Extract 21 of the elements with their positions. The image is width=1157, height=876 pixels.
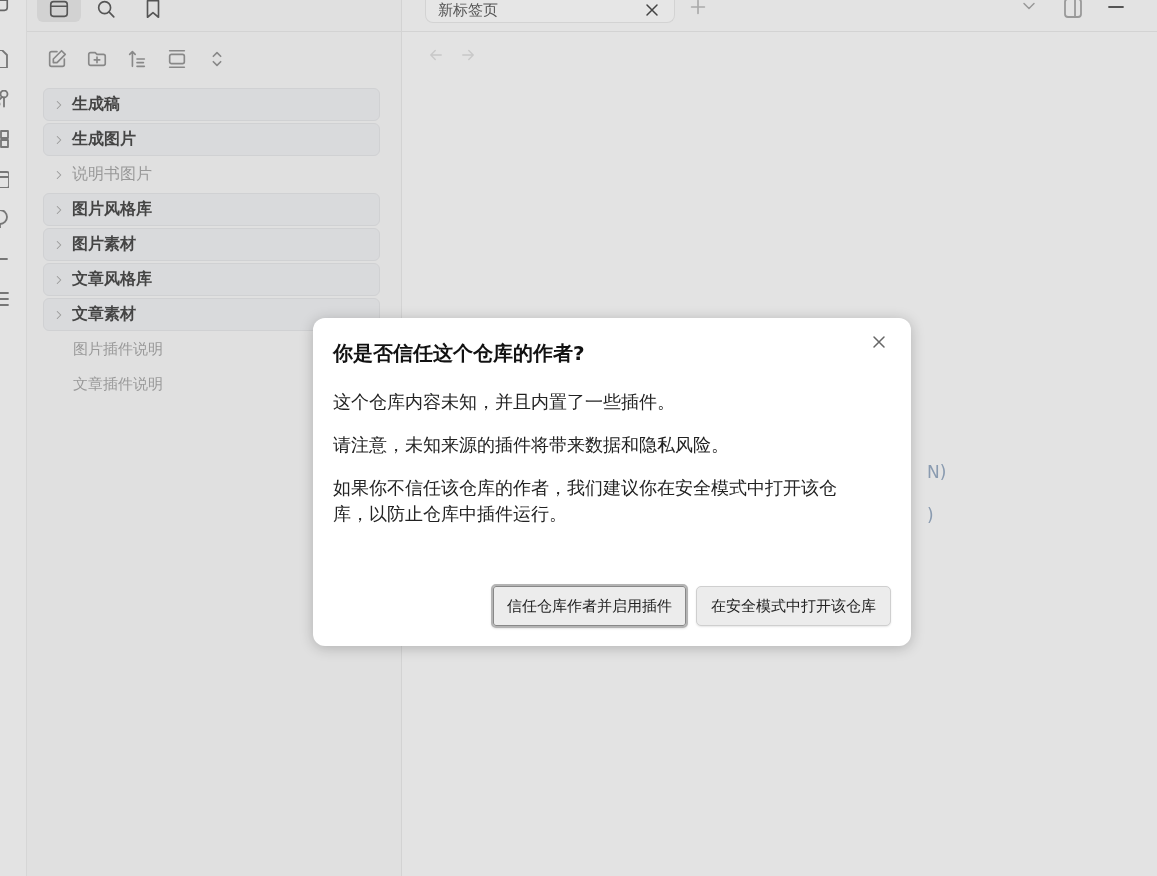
collapse-icon bbox=[166, 48, 188, 70]
folder-item[interactable]: 文章素材 bbox=[43, 298, 380, 331]
folder-item[interactable]: 生成稿 bbox=[43, 88, 380, 121]
folder-item[interactable]: 文章风格库 bbox=[43, 263, 380, 296]
folder-item[interactable]: 图片素材 bbox=[43, 228, 380, 261]
dialog-title: 你是否信任这个仓库的作者? bbox=[333, 340, 585, 367]
folder-item[interactable]: 图片风格库 bbox=[43, 193, 380, 226]
dialog-text: 这个仓库内容未知，并且内置了一些插件。 bbox=[333, 390, 676, 414]
search-icon bbox=[95, 0, 117, 20]
folder-item[interactable]: 生成图片 bbox=[43, 123, 380, 156]
minimize-icon bbox=[1107, 5, 1125, 9]
dialog-text: 请注意，未知来源的插件将带来数据和隐私风险。 bbox=[333, 433, 730, 458]
dialog-text: 如果你不信任该仓库的作者，我们建议你在安全模式中打开该仓库，以防止仓库中插件运行。 bbox=[333, 476, 838, 527]
trust-button[interactable]: 信任仓库作者并启用插件 bbox=[491, 584, 688, 628]
new-note-icon bbox=[46, 48, 68, 70]
sort-icon bbox=[126, 48, 148, 70]
tab[interactable]: 新标签页 bbox=[425, 0, 675, 23]
sidebar-tab[interactable] bbox=[37, 0, 81, 22]
safe-mode-button[interactable]: 在安全模式中打开该仓库 bbox=[696, 586, 891, 626]
files-icon bbox=[48, 0, 70, 20]
sidebar-toggle-icon bbox=[1061, 0, 1085, 20]
